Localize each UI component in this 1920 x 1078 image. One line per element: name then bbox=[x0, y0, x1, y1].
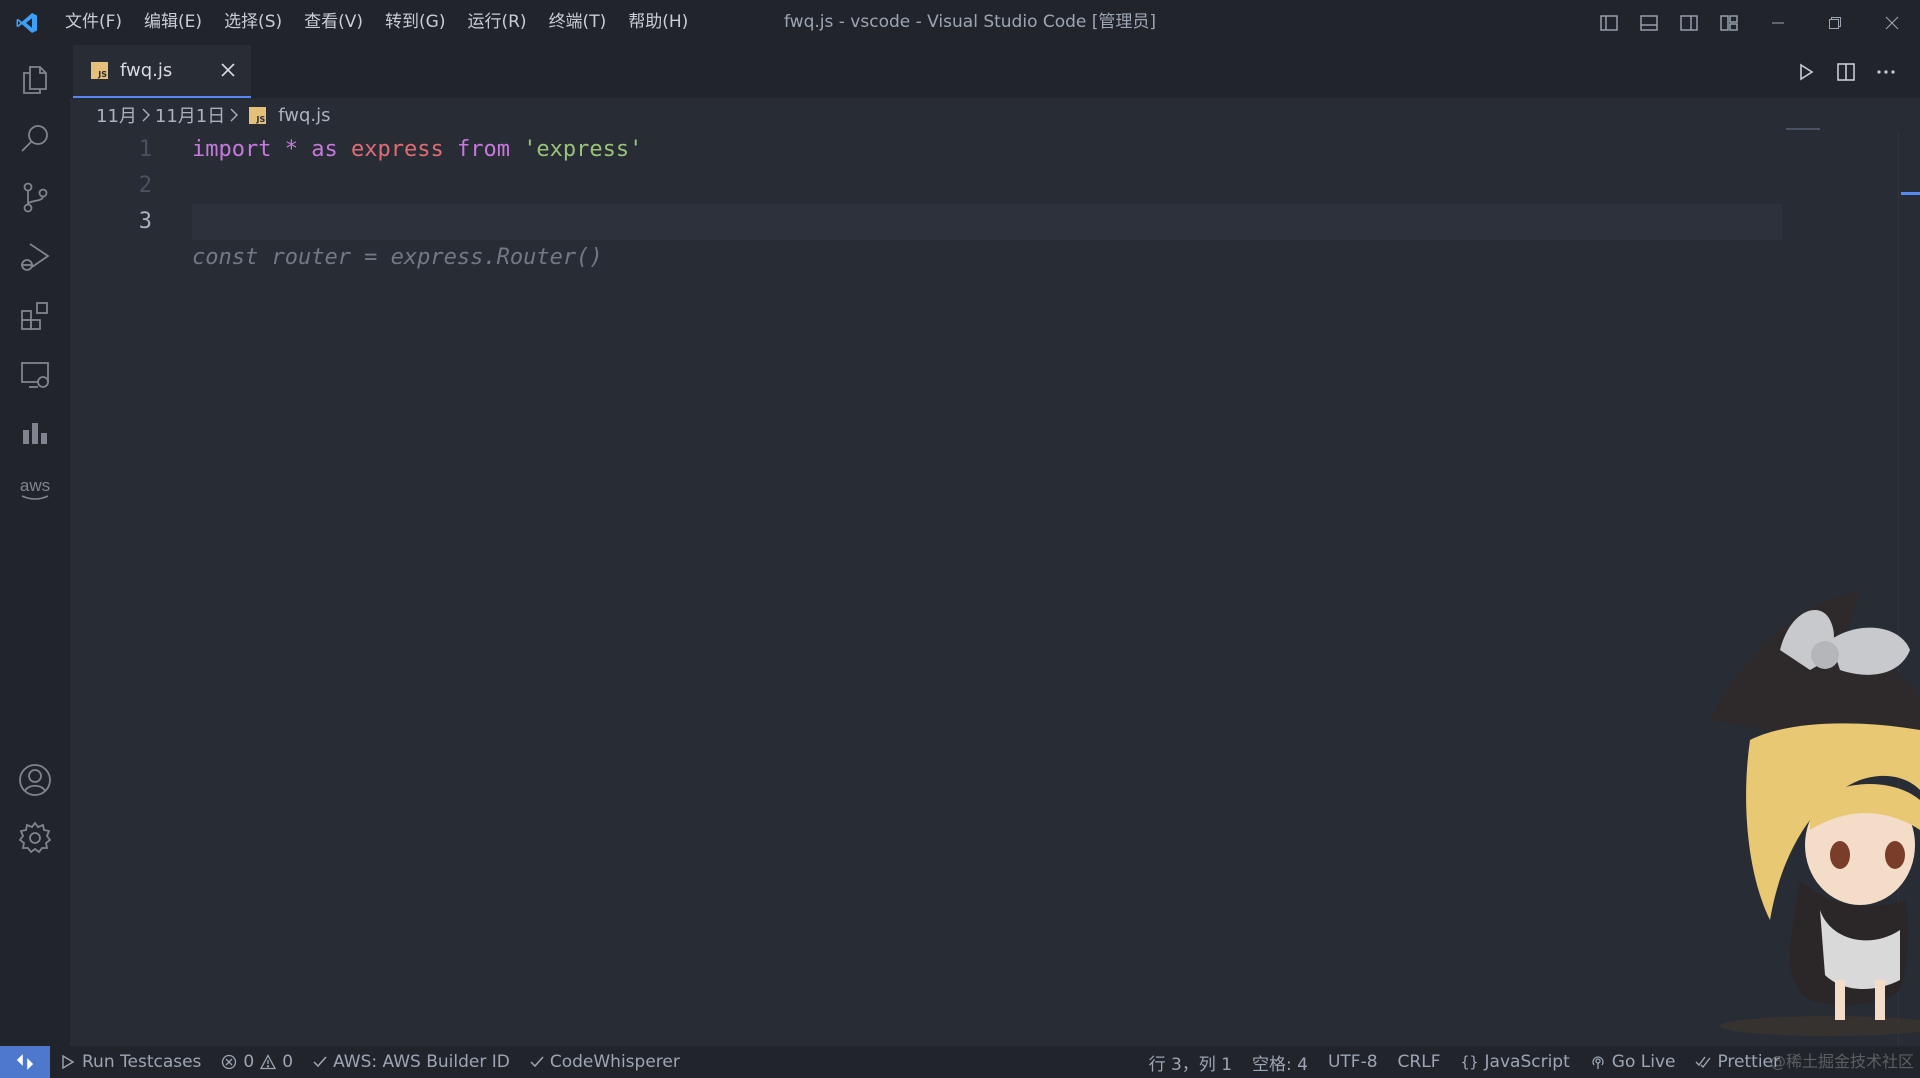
code-editor[interactable]: import * as express from 'express' const… bbox=[192, 132, 1782, 276]
menu-go[interactable]: 转到(G) bbox=[374, 0, 456, 45]
keyword-from: from bbox=[456, 137, 510, 162]
play-icon bbox=[62, 1054, 75, 1070]
code-line-1: import * as express from 'express' bbox=[192, 132, 1782, 168]
encoding[interactable]: UTF-8 bbox=[1318, 1046, 1388, 1078]
toggle-panel-icon[interactable] bbox=[1629, 0, 1669, 45]
extensions-icon[interactable] bbox=[0, 286, 70, 346]
minimap bbox=[1786, 128, 1820, 130]
more-actions-icon[interactable] bbox=[1870, 56, 1902, 88]
warning-count: 0 bbox=[282, 1052, 294, 1072]
tab-fwq-js[interactable]: JS fwq.js bbox=[73, 45, 251, 98]
aws-label: AWS: AWS Builder ID bbox=[333, 1052, 510, 1072]
menu-file[interactable]: 文件(F) bbox=[54, 0, 133, 45]
line-number-active: 3 bbox=[138, 209, 152, 234]
codewhisperer-status[interactable]: CodeWhisperer bbox=[520, 1046, 690, 1078]
source-control-icon[interactable] bbox=[0, 167, 70, 227]
go-live-button[interactable]: Go Live bbox=[1580, 1046, 1686, 1078]
menu-run[interactable]: 运行(R) bbox=[456, 0, 537, 45]
line-number-gutter: 1 2 3 bbox=[70, 132, 160, 240]
menu-view[interactable]: 查看(V) bbox=[293, 0, 374, 45]
tab-label: fwq.js bbox=[120, 60, 173, 81]
breadcrumb-folder-1[interactable]: 11月 bbox=[96, 102, 137, 128]
error-icon bbox=[222, 1054, 237, 1070]
breadcrumb-file[interactable]: fwq.js bbox=[278, 105, 330, 126]
settings-gear-icon[interactable] bbox=[0, 808, 70, 868]
indentation[interactable]: 空格: 4 bbox=[1242, 1046, 1318, 1078]
broadcast-icon bbox=[1592, 1056, 1604, 1069]
double-check-icon bbox=[1695, 1056, 1712, 1069]
remote-explorer-icon[interactable] bbox=[0, 345, 70, 405]
chevron-right-icon bbox=[229, 108, 239, 122]
cursor-position-marker bbox=[1901, 192, 1920, 195]
braces-icon: {} bbox=[1460, 1053, 1479, 1071]
menu-help[interactable]: 帮助(H) bbox=[617, 0, 699, 45]
aws-label: aws bbox=[19, 476, 51, 495]
activity-bar: aws bbox=[0, 45, 70, 1046]
mascot-character-image bbox=[1710, 590, 1920, 1036]
aws-icon[interactable]: aws bbox=[0, 460, 70, 520]
language-mode[interactable]: {} JavaScript bbox=[1450, 1046, 1579, 1078]
keyword-as: as bbox=[311, 137, 338, 162]
accounts-icon[interactable] bbox=[0, 750, 70, 810]
title-bar: 文件(F) 编辑(E) 选择(S) 查看(V) 转到(G) 运行(R) 终端(T… bbox=[0, 0, 1920, 45]
breadcrumb: 11月 11月1日 JS fwq.js bbox=[96, 98, 331, 132]
run-testcases-label: Run Testcases bbox=[82, 1052, 202, 1072]
chart-icon[interactable] bbox=[0, 403, 70, 463]
window-title: fwq.js - vscode - Visual Studio Code [管理… bbox=[784, 12, 1157, 32]
code-line-3-current bbox=[192, 204, 1782, 240]
toggle-primary-sidebar-icon[interactable] bbox=[1589, 0, 1629, 45]
string-express: 'express' bbox=[523, 137, 643, 162]
toggle-secondary-sidebar-icon[interactable] bbox=[1669, 0, 1709, 45]
search-icon[interactable] bbox=[0, 109, 70, 169]
remote-indicator[interactable] bbox=[0, 1046, 50, 1078]
files-icon[interactable] bbox=[0, 50, 70, 110]
problems-indicator[interactable]: 0 0 bbox=[211, 1046, 303, 1078]
end-of-line[interactable]: CRLF bbox=[1388, 1046, 1451, 1078]
menu-selection[interactable]: 选择(S) bbox=[213, 0, 293, 45]
watermark: @稀土掘金技术社区 bbox=[1769, 1052, 1914, 1071]
language-label: JavaScript bbox=[1484, 1052, 1570, 1072]
menu-edit[interactable]: 编辑(E) bbox=[133, 0, 213, 45]
warning-icon bbox=[260, 1054, 277, 1070]
breadcrumb-folder-2[interactable]: 11月1日 bbox=[155, 102, 225, 128]
menu-terminal[interactable]: 终端(T) bbox=[538, 0, 618, 45]
js-file-icon: JS bbox=[91, 62, 108, 79]
menu-bar: 文件(F) 编辑(E) 选择(S) 查看(V) 转到(G) 运行(R) 终端(T… bbox=[54, 0, 699, 45]
split-editor-icon[interactable] bbox=[1830, 56, 1862, 88]
run-code-icon[interactable] bbox=[1790, 56, 1822, 88]
run-testcases-button[interactable]: Run Testcases bbox=[50, 1046, 211, 1078]
editor-tab-bar: JS fwq.js bbox=[70, 45, 1920, 98]
check-icon bbox=[530, 1056, 544, 1068]
vscode-logo-icon bbox=[0, 0, 54, 45]
chevron-right-icon bbox=[141, 108, 151, 122]
operator-star: * bbox=[284, 137, 298, 162]
cursor-position[interactable]: 行 3，列 1 bbox=[1139, 1046, 1242, 1078]
minimize-icon[interactable] bbox=[1749, 0, 1806, 45]
line-number: 2 bbox=[138, 173, 152, 198]
editor-actions bbox=[1790, 45, 1902, 98]
line-number: 1 bbox=[138, 137, 152, 162]
keyword-import: import bbox=[192, 137, 272, 162]
aws-connection[interactable]: AWS: AWS Builder ID bbox=[303, 1046, 520, 1078]
titlebar-controls bbox=[1589, 0, 1920, 45]
identifier-express: express bbox=[350, 137, 444, 162]
close-icon[interactable] bbox=[217, 59, 239, 81]
codewhisperer-label: CodeWhisperer bbox=[549, 1052, 680, 1072]
error-count: 0 bbox=[243, 1052, 255, 1072]
restore-icon[interactable] bbox=[1806, 0, 1863, 45]
close-window-icon[interactable] bbox=[1863, 0, 1920, 45]
customize-layout-icon[interactable] bbox=[1709, 0, 1749, 45]
inline-suggestion: const router = express.Router() bbox=[192, 245, 603, 270]
check-icon bbox=[313, 1056, 327, 1068]
go-live-label: Go Live bbox=[1611, 1052, 1676, 1072]
status-bar: Run Testcases 0 0 AWS: AWS Builder ID Co… bbox=[0, 1046, 1920, 1078]
run-debug-icon[interactable] bbox=[0, 227, 70, 287]
js-file-icon: JS bbox=[249, 106, 267, 124]
